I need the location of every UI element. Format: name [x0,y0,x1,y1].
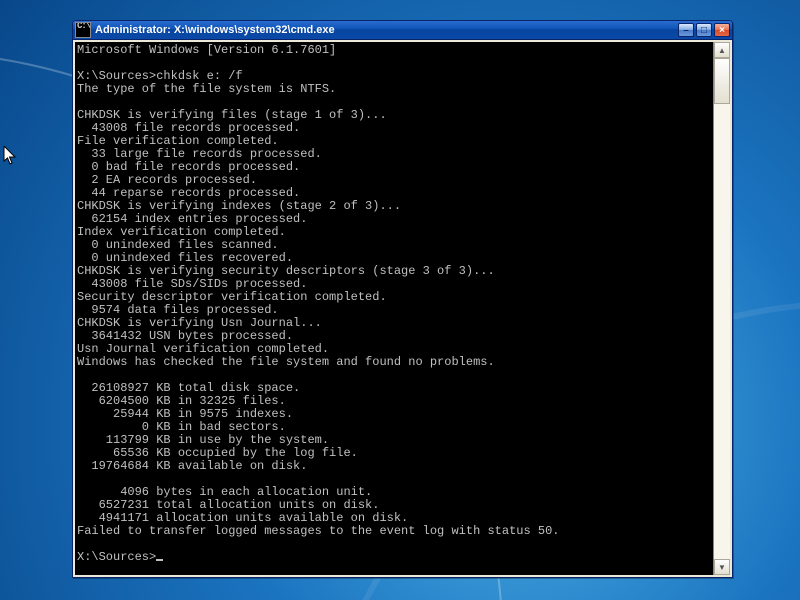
close-icon: × [719,25,725,36]
vertical-scrollbar[interactable]: ▲ ▼ [713,42,730,575]
cmd-icon: C:\ [75,22,91,38]
cursor-pointer-icon [3,146,17,166]
window-title: Administrator: X:\windows\system32\cmd.e… [95,24,678,36]
maximize-icon: □ [701,25,707,36]
scroll-up-button[interactable]: ▲ [714,42,730,58]
maximize-button[interactable]: □ [696,23,712,37]
cursor-caret [156,559,163,561]
console-output[interactable]: Microsoft Windows [Version 6.1.7601] X:\… [75,42,713,575]
titlebar[interactable]: C:\ Administrator: X:\windows\system32\c… [73,21,732,40]
cmd-window: C:\ Administrator: X:\windows\system32\c… [72,20,733,578]
chevron-down-icon: ▼ [718,563,726,572]
scroll-down-button[interactable]: ▼ [714,559,730,575]
console-client-area: Microsoft Windows [Version 6.1.7601] X:\… [73,40,732,577]
chevron-up-icon: ▲ [718,46,726,55]
close-button[interactable]: × [714,23,730,37]
scrollbar-thumb[interactable] [714,58,730,104]
scrollbar-track[interactable] [714,58,730,559]
minimize-button[interactable]: – [678,23,694,37]
minimize-icon: – [683,25,689,36]
